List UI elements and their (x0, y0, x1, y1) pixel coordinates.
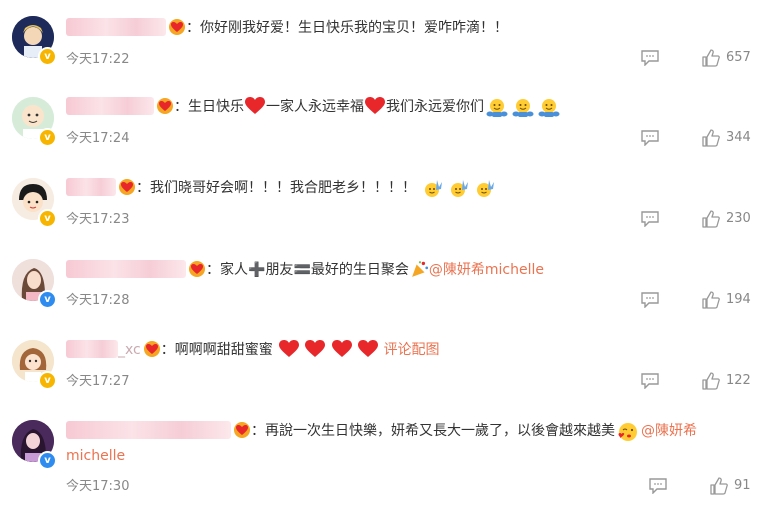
thumbs-up-icon[interactable] (710, 477, 728, 495)
comment-body: 一家人永远幸福 (266, 99, 364, 115)
red-heart-icon (245, 97, 265, 115)
fan-badge-icon (156, 97, 174, 115)
thumbs-up-icon[interactable] (702, 210, 720, 228)
thumbs-up-icon[interactable] (702, 372, 720, 390)
verified-badge-icon: v (38, 128, 57, 147)
comment-time: 今天17:23 (66, 212, 130, 227)
username-blurred[interactable] (66, 340, 118, 358)
comment-text: ：生日快乐 一家人永远幸福 我们永远爱你们 (66, 97, 562, 119)
comment-text: ：我们晓哥好会啊！！！我合肥老乡！！！！ (66, 178, 498, 200)
username-blurred[interactable] (66, 260, 186, 278)
comment-time: 今天17:27 (66, 374, 130, 389)
plus-emoji-icon: ➕ (248, 262, 266, 278)
hug-emoji-icon (538, 97, 560, 119)
username-blurred[interactable] (66, 97, 154, 115)
comment-icon[interactable] (640, 373, 660, 389)
thumbs-up-icon[interactable] (702, 49, 720, 67)
comment-time: 今天17:24 (66, 131, 130, 146)
red-heart-icon (332, 340, 352, 358)
comment-body: 最好的生日聚会 (310, 262, 409, 278)
comment-time: 今天17:30 (66, 479, 130, 494)
comment-icon[interactable] (640, 211, 660, 227)
fan-badge-icon (143, 340, 161, 358)
wave-emoji-icon (448, 178, 470, 200)
comment-body: 我们永远爱你们 (386, 99, 484, 115)
like-count: 122 (726, 373, 751, 388)
fan-badge-icon (168, 18, 186, 36)
comment-text: ：你好刚我好爱！生日快乐我的宝贝！爱咋咋滴！！ (66, 18, 508, 38)
comment-time: 今天17:22 (66, 52, 130, 67)
comment-body: ：再說一次生日快樂，妍希又長大一歲了，以後會越來越美 (251, 423, 615, 439)
mention-link[interactable]: @陳妍希michelle (429, 262, 544, 278)
equals-emoji-icon: 🟰 (293, 262, 311, 278)
wave-emoji-icon (422, 178, 444, 200)
comment-image-link[interactable]: 评论配图 (384, 342, 440, 358)
red-heart-icon (279, 340, 299, 358)
comment-body: 朋友 (265, 262, 294, 278)
comment-icon[interactable] (640, 292, 660, 308)
comment-body: ：生日快乐 (174, 99, 244, 115)
red-heart-icon (305, 340, 325, 358)
like-count: 344 (726, 130, 751, 145)
username-suffix[interactable]: _xc (118, 342, 141, 358)
fan-badge-icon (118, 178, 136, 196)
hug-emoji-icon (486, 97, 508, 119)
fan-badge-icon (233, 421, 251, 439)
thumbs-up-icon[interactable] (702, 291, 720, 309)
kiss-emoji-icon (617, 421, 639, 443)
verified-badge-icon: v (38, 209, 57, 228)
comment-text-continued: michelle (66, 446, 125, 466)
thumbs-up-icon[interactable] (702, 129, 720, 147)
comment-text: _xc ：啊啊啊甜甜蜜蜜 评论配图 (66, 340, 440, 360)
comment-body: ：家人 (206, 262, 248, 278)
red-heart-icon (365, 97, 385, 115)
comment-text: ：再說一次生日快樂，妍希又長大一歲了，以後會越來越美 @陳妍希 (66, 421, 697, 443)
like-count: 657 (726, 50, 751, 65)
comment-icon[interactable] (640, 50, 660, 66)
comment-icon[interactable] (640, 130, 660, 146)
verified-badge-icon: v (38, 371, 57, 390)
red-heart-icon (358, 340, 378, 358)
comment-body: ：你好刚我好爱！生日快乐我的宝贝！爱咋咋滴！！ (186, 20, 508, 36)
comment-body: ：我们晓哥好会啊！！！我合肥老乡！！！！ (136, 180, 416, 196)
username-blurred[interactable] (66, 421, 231, 439)
mention-link-continued[interactable]: michelle (66, 448, 125, 464)
verified-badge-icon: v (38, 290, 57, 309)
verified-badge-icon: v (38, 47, 57, 66)
like-count: 230 (726, 211, 751, 226)
like-count: 91 (734, 478, 751, 493)
hug-emoji-icon (512, 97, 534, 119)
wave-emoji-icon (474, 178, 496, 200)
comment-body: ：啊啊啊甜甜蜜蜜 (160, 342, 273, 358)
comment-time: 今天17:28 (66, 293, 130, 308)
comment-text: ：家人➕朋友🟰最好的生日聚会 @陳妍希michelle (66, 260, 544, 280)
party-emoji-icon (411, 260, 429, 278)
comment-icon[interactable] (648, 478, 668, 494)
like-count: 194 (726, 292, 751, 307)
username-blurred[interactable] (66, 18, 166, 36)
mention-link[interactable]: @陳妍希 (641, 423, 697, 439)
verified-badge-icon: v (38, 451, 57, 470)
username-blurred[interactable] (66, 178, 116, 196)
fan-badge-icon (188, 260, 206, 278)
